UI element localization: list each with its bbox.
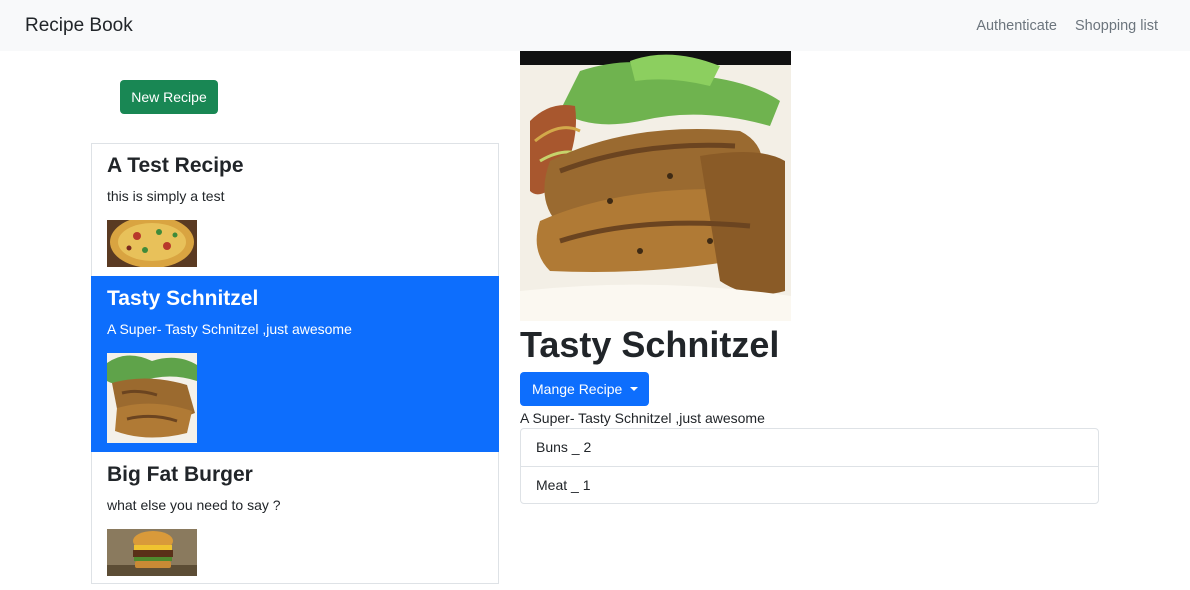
recipe-detail-title: Tasty Schnitzel — [520, 324, 780, 365]
recipe-description: what else you need to say ? — [107, 497, 281, 513]
recipe-item-test[interactable]: A Test Recipe this is simply a test — [91, 144, 499, 276]
recipe-thumbnail — [107, 353, 197, 443]
recipe-description: this is simply a test — [107, 188, 225, 204]
recipe-item-schnitzel[interactable]: Tasty Schnitzel A Super- Tasty Schnitzel… — [91, 276, 499, 452]
brand-link[interactable]: Recipe Book — [25, 14, 133, 38]
recipe-item-burger[interactable]: Big Fat Burger what else you need to say… — [91, 452, 499, 584]
recipe-list: A Test Recipe this is simply a test Tast… — [91, 143, 499, 584]
recipe-image — [520, 51, 791, 321]
ingredient-item[interactable]: Buns _ 2 — [521, 429, 1098, 466]
ingredient-item[interactable]: Meat _ 1 — [521, 466, 1098, 503]
recipe-detail-description: A Super- Tasty Schnitzel ,just awesome — [520, 410, 765, 426]
nav-authenticate-link[interactable]: Authenticate — [976, 18, 1057, 34]
manage-recipe-label: Mange Recipe — [532, 381, 623, 397]
recipe-title: Tasty Schnitzel — [107, 287, 259, 310]
recipe-title: A Test Recipe — [107, 154, 244, 177]
recipe-thumbnail — [107, 220, 197, 267]
nav-links: Authenticate Shopping list — [962, 17, 1158, 35]
ingredient-list: Buns _ 2 Meat _ 1 — [520, 428, 1099, 504]
new-recipe-button[interactable]: New Recipe — [120, 80, 218, 114]
caret-down-icon — [630, 387, 638, 391]
recipe-title: Big Fat Burger — [107, 463, 253, 486]
recipe-description: A Super- Tasty Schnitzel ,just awesome — [107, 321, 352, 337]
recipe-thumbnail — [107, 529, 197, 576]
nav-shopping-list-link[interactable]: Shopping list — [1075, 18, 1158, 34]
navbar: Recipe Book Authenticate Shopping list — [0, 0, 1190, 51]
manage-recipe-dropdown-button[interactable]: Mange Recipe — [520, 372, 649, 406]
